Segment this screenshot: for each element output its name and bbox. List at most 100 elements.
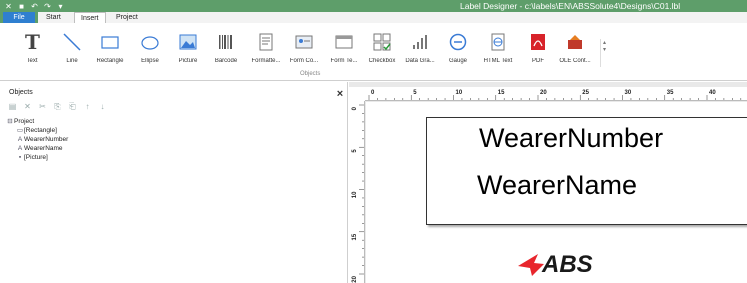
ruler-label: 10 bbox=[352, 191, 358, 198]
insert-data-graph-button[interactable]: Data Gra... bbox=[402, 31, 438, 71]
tree-item-label: [Rectangle] bbox=[24, 127, 57, 134]
ribbon-label: Barcode bbox=[214, 58, 238, 64]
cut-icon[interactable]: ✂ bbox=[38, 102, 47, 111]
ribbon-label: Line bbox=[66, 58, 78, 64]
insert-formatted-text-button[interactable]: Formatte... bbox=[248, 31, 284, 71]
move-up-icon[interactable]: ↑ bbox=[83, 102, 92, 111]
quick-access-toolbar: ✕ ■ ↶ ↷ ▾ bbox=[4, 1, 65, 11]
label-page[interactable]: WearerNumber WearerName ABS bbox=[366, 102, 747, 283]
wearer-number-text[interactable]: WearerNumber bbox=[479, 123, 663, 154]
ribbon-label: Gauge bbox=[448, 58, 467, 64]
objects-tree: ⊟ Project ▭ [Rectangle] A WearerNumber A… bbox=[6, 117, 68, 162]
dropdown-icon[interactable]: ▾ bbox=[56, 2, 65, 11]
text-object-icon: A bbox=[17, 136, 23, 143]
picture-icon: ▪ bbox=[18, 154, 22, 161]
ribbon-label: PDF bbox=[532, 58, 544, 64]
ruler-label: 0 bbox=[352, 106, 358, 110]
app-icon: ✕ bbox=[5, 1, 12, 11]
tab-file[interactable]: File bbox=[3, 12, 35, 23]
copy-icon[interactable]: ⎘ bbox=[53, 102, 62, 111]
close-icon[interactable]: × bbox=[334, 88, 346, 100]
ruler-label: 0 bbox=[371, 90, 375, 96]
ribbon: T Text Line Rectangle Ellipse Picture Ba… bbox=[0, 23, 747, 81]
label-rectangle[interactable]: WearerNumber WearerName bbox=[426, 117, 747, 225]
title-bar: ✕ ■ ↶ ↷ ▾ Label Designer - c:\labels\EN\… bbox=[0, 0, 747, 12]
ribbon-label: Data Gra... bbox=[405, 58, 435, 64]
ruler-label: 20 bbox=[352, 275, 358, 282]
gauge-icon bbox=[447, 31, 469, 53]
insert-pdf-button[interactable]: PDF bbox=[520, 31, 556, 71]
insert-barcode-button[interactable]: Barcode bbox=[208, 31, 244, 71]
ruler-label: 10 bbox=[456, 90, 463, 96]
properties-icon[interactable]: ▤ bbox=[8, 102, 17, 111]
tree-item-project[interactable]: ⊟ Project bbox=[6, 117, 68, 126]
ruler-label: 25 bbox=[582, 90, 589, 96]
insert-line-button[interactable]: Line bbox=[54, 31, 90, 71]
save-icon[interactable]: ■ bbox=[17, 2, 26, 11]
tree-item-label: WearerName bbox=[24, 145, 63, 152]
svg-text:T: T bbox=[25, 32, 40, 52]
rectangle-icon bbox=[99, 31, 121, 53]
tree-item-wearer-number[interactable]: A WearerNumber bbox=[6, 135, 68, 144]
wearer-name-text[interactable]: WearerName bbox=[477, 170, 637, 201]
ole-container-icon bbox=[564, 31, 586, 53]
design-canvas[interactable]: 0 5 10 15 20 25 30 35 40 0 5 10 15 20 WearerNumber W… bbox=[349, 82, 747, 283]
ruler-label: 20 bbox=[540, 90, 547, 96]
rectangle-icon: ▭ bbox=[16, 127, 24, 134]
ruler-label: 5 bbox=[413, 90, 417, 96]
insert-rectangle-button[interactable]: Rectangle bbox=[92, 31, 128, 71]
tab-insert[interactable]: Insert bbox=[74, 12, 106, 23]
ruler-label: 35 bbox=[667, 90, 674, 96]
objects-toolbar: ▤ ✕ ✂ ⎘ ⎗ ↑ ↓ bbox=[8, 102, 107, 111]
ribbon-label: OLE Cont... bbox=[559, 58, 591, 64]
insert-picture-button[interactable]: Picture bbox=[170, 31, 206, 71]
insert-checkbox-button[interactable]: Checkbox bbox=[364, 31, 400, 71]
data-graph-icon bbox=[409, 31, 431, 53]
insert-text-button[interactable]: T Text bbox=[14, 31, 50, 71]
tree-item-label: WearerNumber bbox=[24, 136, 69, 143]
ribbon-label: Text bbox=[26, 58, 38, 64]
tree-item-wearer-name[interactable]: A WearerName bbox=[6, 144, 68, 153]
ribbon-label: Ellipse bbox=[141, 58, 159, 64]
delete-icon[interactable]: ✕ bbox=[23, 102, 32, 111]
ribbon-label: Picture bbox=[178, 58, 198, 64]
tree-item-picture[interactable]: ▪ [Picture] bbox=[6, 153, 68, 162]
tree-item-label: Project bbox=[14, 118, 35, 125]
logo-text: ABS bbox=[542, 251, 593, 278]
vertical-ruler: 0 5 10 15 20 bbox=[349, 101, 365, 283]
insert-gauge-button[interactable]: Gauge bbox=[440, 31, 476, 71]
html-text-icon bbox=[487, 31, 509, 53]
ribbon-group-label: Objects bbox=[300, 71, 321, 77]
ribbon-label: Rectangle bbox=[96, 58, 124, 64]
ribbon-label: HTML Text bbox=[483, 58, 513, 64]
ruler-corner bbox=[349, 87, 365, 101]
text-object-icon: A bbox=[17, 145, 23, 152]
tab-project[interactable]: Project bbox=[110, 12, 144, 23]
redo-icon[interactable]: ↷ bbox=[43, 2, 52, 11]
collapse-icon[interactable]: ⊟ bbox=[6, 117, 14, 126]
checkbox-icon bbox=[371, 31, 393, 53]
ribbon-label: Formatte... bbox=[251, 58, 281, 64]
ruler-label: 5 bbox=[352, 149, 358, 153]
insert-form-template-button[interactable]: Form Te... bbox=[326, 31, 362, 71]
abs-logo[interactable]: ABS bbox=[516, 250, 593, 280]
insert-html-text-button[interactable]: HTML Text bbox=[480, 31, 516, 71]
insert-ole-container-button[interactable]: OLE Cont... bbox=[557, 31, 593, 71]
paste-icon[interactable]: ⎗ bbox=[68, 102, 77, 111]
tree-item-rectangle[interactable]: ▭ [Rectangle] bbox=[6, 126, 68, 135]
insert-ellipse-button[interactable]: Ellipse bbox=[132, 31, 168, 71]
formatted-text-icon bbox=[255, 31, 277, 53]
tab-start[interactable]: Start bbox=[40, 12, 67, 23]
ellipse-icon bbox=[139, 31, 161, 53]
insert-form-control-button[interactable]: Form Co... bbox=[286, 31, 322, 71]
ruler-label: 30 bbox=[625, 90, 632, 96]
line-icon bbox=[61, 31, 83, 53]
barcode-icon bbox=[215, 31, 237, 53]
horizontal-ruler: 0 5 10 15 20 25 30 35 40 bbox=[365, 87, 747, 101]
undo-icon[interactable]: ↶ bbox=[30, 2, 39, 11]
pdf-icon bbox=[527, 31, 549, 53]
text-icon: T bbox=[21, 31, 43, 53]
ribbon-scroll-button[interactable]: ▴ ▾ bbox=[600, 39, 608, 67]
move-down-icon[interactable]: ↓ bbox=[98, 102, 107, 111]
objects-panel: Objects × ▤ ✕ ✂ ⎘ ⎗ ↑ ↓ ⊟ Project ▭ [Rec… bbox=[0, 82, 348, 283]
